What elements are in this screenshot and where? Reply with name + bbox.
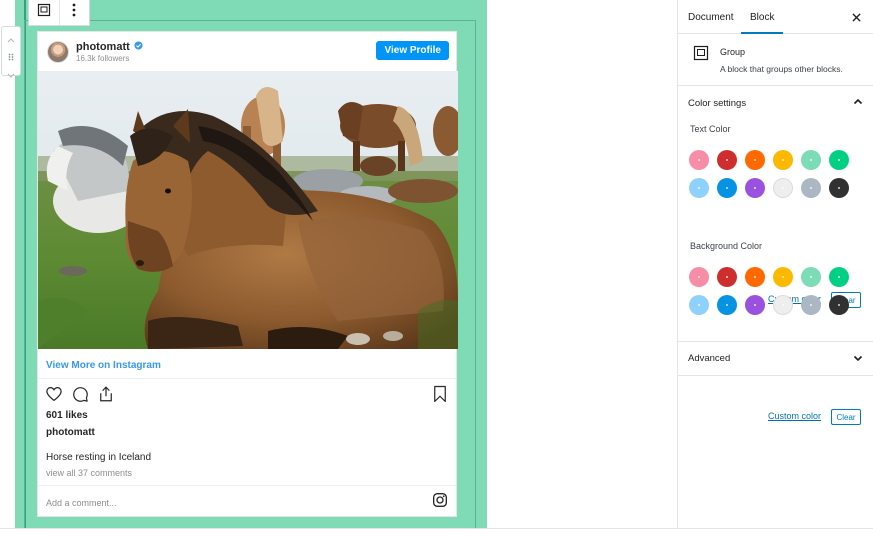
sidebar-tabs: Document Block	[678, 0, 873, 34]
post-photo[interactable]	[38, 71, 458, 349]
background-color-swatch-4[interactable]	[773, 267, 793, 287]
text-color-swatch-12[interactable]	[829, 178, 849, 198]
block-card: Group A block that groups other blocks.	[678, 34, 873, 86]
text-color-swatch-7[interactable]	[689, 178, 709, 198]
instagram-embed-card: photomatt 16.3k followers View Profile V…	[37, 31, 458, 517]
background-color-swatch-10[interactable]	[773, 295, 793, 315]
color-settings-toggle[interactable]: Color settings	[678, 86, 873, 120]
chevron-down-icon[interactable]	[7, 66, 15, 84]
editor-screen: photomatt 16.3k followers View Profile V…	[0, 0, 873, 537]
window-bottom-border	[0, 528, 873, 529]
background-color-swatch-6[interactable]	[829, 267, 849, 287]
background-color-swatch-12[interactable]	[829, 295, 849, 315]
group-icon	[693, 45, 709, 66]
tab-document[interactable]: Document	[688, 0, 734, 34]
drag-handle-icon[interactable]	[8, 48, 14, 66]
text-color-swatch-4[interactable]	[773, 150, 793, 170]
text-color-swatch-9[interactable]	[745, 178, 765, 198]
background-color-swatch-9[interactable]	[745, 295, 765, 315]
chevron-up-icon[interactable]	[7, 30, 15, 48]
instagram-header: photomatt 16.3k followers View Profile	[38, 32, 456, 71]
view-more-link[interactable]: View More on Instagram	[46, 360, 161, 371]
like-count: 601 likes	[46, 410, 88, 421]
background-color-swatch-8[interactable]	[717, 295, 737, 315]
verified-badge-icon	[134, 41, 143, 53]
background-color-swatch-11[interactable]	[801, 295, 821, 315]
bookmark-icon[interactable]	[432, 385, 448, 408]
chevron-down-icon	[853, 353, 863, 366]
advanced-panel-toggle[interactable]: Advanced	[678, 342, 873, 376]
instagram-logo-icon[interactable]	[432, 492, 448, 513]
text-color-swatch-11[interactable]	[801, 178, 821, 198]
editor-canvas: photomatt 16.3k followers View Profile V…	[0, 0, 677, 528]
background-color-swatch-3[interactable]	[745, 267, 765, 287]
divider	[38, 485, 456, 486]
chevron-up-icon	[853, 97, 863, 110]
text-color-swatch-6[interactable]	[829, 150, 849, 170]
block-name: Group	[720, 47, 746, 57]
text-color-swatch-10[interactable]	[773, 178, 793, 198]
post-caption: Horse resting in Iceland	[46, 452, 152, 463]
text-color-label: Text Color	[690, 124, 731, 134]
text-color-swatch-1[interactable]	[689, 150, 709, 170]
comment-input[interactable]	[46, 495, 416, 511]
avatar[interactable]	[47, 41, 69, 63]
group-icon	[37, 3, 51, 22]
background-clear-button[interactable]: Clear	[831, 409, 861, 425]
background-color-label: Background Color	[690, 241, 763, 251]
comment-icon[interactable]	[71, 385, 89, 408]
color-settings-panel: Color settings Text Color Custom color C…	[678, 86, 873, 425]
view-comments-link[interactable]: view all 37 comments	[46, 468, 132, 478]
more-vertical-icon	[72, 3, 76, 22]
background-color-swatch-7[interactable]	[689, 295, 709, 315]
more-options-button[interactable]	[58, 0, 89, 25]
background-color-swatch-5[interactable]	[801, 267, 821, 287]
block-type-button[interactable]	[29, 0, 59, 25]
panel-title: Advanced	[688, 353, 731, 364]
tab-block[interactable]: Block	[741, 0, 784, 34]
view-profile-button[interactable]: View Profile	[376, 41, 449, 60]
text-color-palette	[689, 150, 849, 198]
heart-icon[interactable]	[45, 385, 63, 408]
block-description: A block that groups other blocks.	[720, 64, 843, 74]
block-mover	[1, 26, 21, 78]
panel-title: Color settings	[688, 97, 747, 109]
background-custom-color-button[interactable]: Custom color	[768, 411, 821, 421]
settings-sidebar: Document Block Group A block that groups…	[677, 0, 873, 528]
post-owner[interactable]: photomatt	[46, 427, 95, 438]
text-color-swatch-8[interactable]	[717, 178, 737, 198]
text-color-swatch-2[interactable]	[717, 150, 737, 170]
follower-count: 16.3k followers	[76, 54, 130, 63]
share-icon[interactable]	[97, 385, 115, 408]
post-actions	[45, 385, 115, 408]
background-color-palette	[689, 267, 849, 315]
instagram-username[interactable]: photomatt	[76, 41, 143, 53]
text-color-swatch-5[interactable]	[801, 150, 821, 170]
text-color-swatch-3[interactable]	[745, 150, 765, 170]
close-icon[interactable]	[848, 9, 864, 25]
background-color-swatch-1[interactable]	[689, 267, 709, 287]
divider	[38, 378, 456, 379]
background-color-swatch-2[interactable]	[717, 267, 737, 287]
block-toolbar	[28, 0, 90, 26]
